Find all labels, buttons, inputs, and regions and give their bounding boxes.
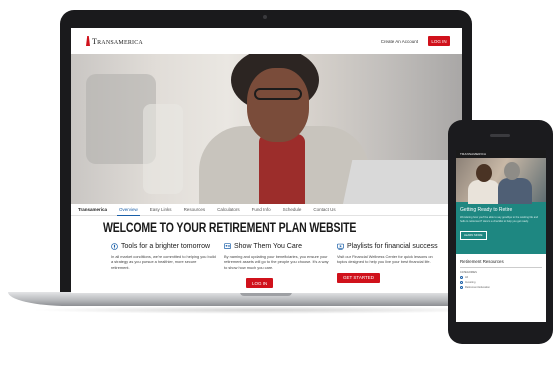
feature-tools: Tools for a brighter tomorrow In all mar… [111,243,216,290]
feature-body: By naming and updating your beneficiarie… [224,254,329,270]
nav-item-overview[interactable]: Overview [117,204,140,216]
phone-speaker [490,134,510,137]
site-header: Transamerica Create An Account LOG IN [71,28,462,54]
login-button[interactable]: LOG IN [246,278,274,289]
resource-option[interactable]: Investing [460,281,542,284]
nav-item-calculators[interactable]: Calculators [215,204,242,215]
phone-hero-image [456,158,546,204]
nav-item-contact-us[interactable]: Contact Us [311,204,337,215]
feature-title: Playlists for financial success [347,243,438,250]
phone-resources: Retirement Resources CATEGORIES All Inve… [456,254,546,296]
nav-item-fund-info[interactable]: Fund Info [250,204,273,215]
radio-icon [460,276,463,279]
feature-title: Tools for a brighter tomorrow [121,243,211,250]
radio-icon [460,286,463,289]
nav-item-resources[interactable]: Resources [182,204,208,215]
feature-body: In all market conditions, we're committe… [111,254,216,270]
nav-item-schedule[interactable]: Schedule [281,204,304,215]
phone-promo-title: Getting Ready to Retire [460,207,513,213]
feature-body: Visit our Financial Wellness Center for … [337,254,433,265]
nav-brand[interactable]: Transamerica [76,204,109,215]
resource-option[interactable]: All [460,276,542,279]
camera-dot [263,15,267,19]
users-icon [224,243,231,249]
nav-item-easy-links[interactable]: Easy Links [148,204,174,215]
radio-icon [460,281,463,284]
feature-playlists: Playlists for financial success Visit ou… [337,243,442,290]
transamerica-logo[interactable]: Transamerica [86,36,143,46]
playlist-icon [337,243,344,250]
learn-more-button[interactable]: LEARN MORE [460,230,487,240]
hero-image [71,54,462,204]
feature-beneficiaries: Show Them You Care By naming and updatin… [224,243,329,290]
logo-text: Transamerica [92,36,143,46]
phone-screen: TRANSAMERICA Getting Ready to Retire Won… [456,150,546,322]
resources-title: Retirement Resources [460,259,542,268]
get-started-button[interactable]: GET STARTED [337,272,381,283]
phone-promo: Getting Ready to Retire Wondering how yo… [456,202,546,254]
header-login-button[interactable]: LOG IN [428,36,450,46]
laptop-shadow [30,306,500,314]
create-account-link[interactable]: Create An Account [381,39,418,44]
laptop-base [8,292,522,306]
phone-header: TRANSAMERICA [456,150,546,158]
page-title: WELCOME TO YOUR RETIREMENT PLAN WEBSITE [103,220,357,235]
categories-label: CATEGORIES [460,271,477,274]
site-nav: Transamerica Overview Easy Links Resourc… [71,204,462,216]
phone-promo-body: Wondering how you'll be able to say good… [460,216,539,223]
resource-option[interactable]: Retirement Education [460,286,542,289]
feature-title: Show Them You Care [234,243,302,250]
pyramid-icon [86,36,90,46]
feature-row: Tools for a brighter tomorrow In all mar… [111,243,456,290]
lightbulb-icon [111,243,118,250]
phone-logo[interactable]: TRANSAMERICA [460,152,486,156]
laptop-screen: Transamerica Create An Account LOG IN Tr… [71,28,462,293]
